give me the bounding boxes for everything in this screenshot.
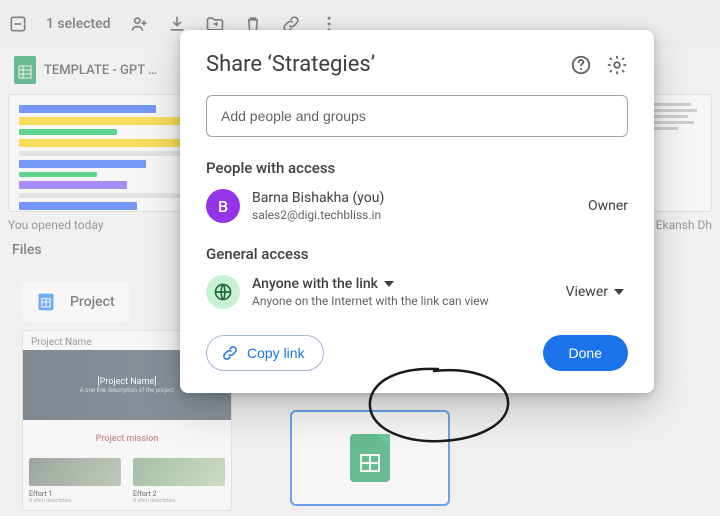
access-type-label: Anyone with the link xyxy=(252,276,378,292)
chevron-down-icon xyxy=(614,289,624,295)
annotation-oval xyxy=(362,363,516,447)
person-row: B Barna Bishakha (you) sales2@digi.techb… xyxy=(206,189,628,223)
help-button[interactable] xyxy=(570,54,592,76)
help-icon xyxy=(570,54,592,76)
public-access-icon-wrap xyxy=(206,275,240,309)
person-name: Barna Bishakha (you) xyxy=(252,190,588,206)
access-role-dropdown[interactable]: Viewer xyxy=(562,278,628,306)
dialog-title: Share ‘Strategies’ xyxy=(206,52,375,77)
chevron-down-icon xyxy=(384,281,394,287)
people-access-heading: People with access xyxy=(206,159,628,177)
copy-link-button[interactable]: Copy link xyxy=(206,335,324,371)
settings-button[interactable] xyxy=(606,54,628,76)
share-dialog: Share ‘Strategies’ People with access B … xyxy=(180,30,654,393)
globe-icon xyxy=(213,282,233,302)
person-role: Owner xyxy=(588,198,628,214)
link-icon xyxy=(221,344,239,362)
access-role-label: Viewer xyxy=(566,284,608,300)
copy-link-label: Copy link xyxy=(247,345,305,361)
gear-icon xyxy=(606,54,628,76)
done-button[interactable]: Done xyxy=(543,335,628,371)
access-type-dropdown[interactable]: Anyone with the link xyxy=(252,276,562,292)
avatar: B xyxy=(206,189,240,223)
modal-overlay: Share ‘Strategies’ People with access B … xyxy=(0,0,720,516)
access-row: Anyone with the link Anyone on the Inter… xyxy=(206,275,628,309)
person-email: sales2@digi.techbliss.in xyxy=(252,208,588,222)
access-description: Anyone on the Internet with the link can… xyxy=(252,294,562,308)
general-access-heading: General access xyxy=(206,245,628,263)
add-people-input[interactable] xyxy=(206,95,628,137)
